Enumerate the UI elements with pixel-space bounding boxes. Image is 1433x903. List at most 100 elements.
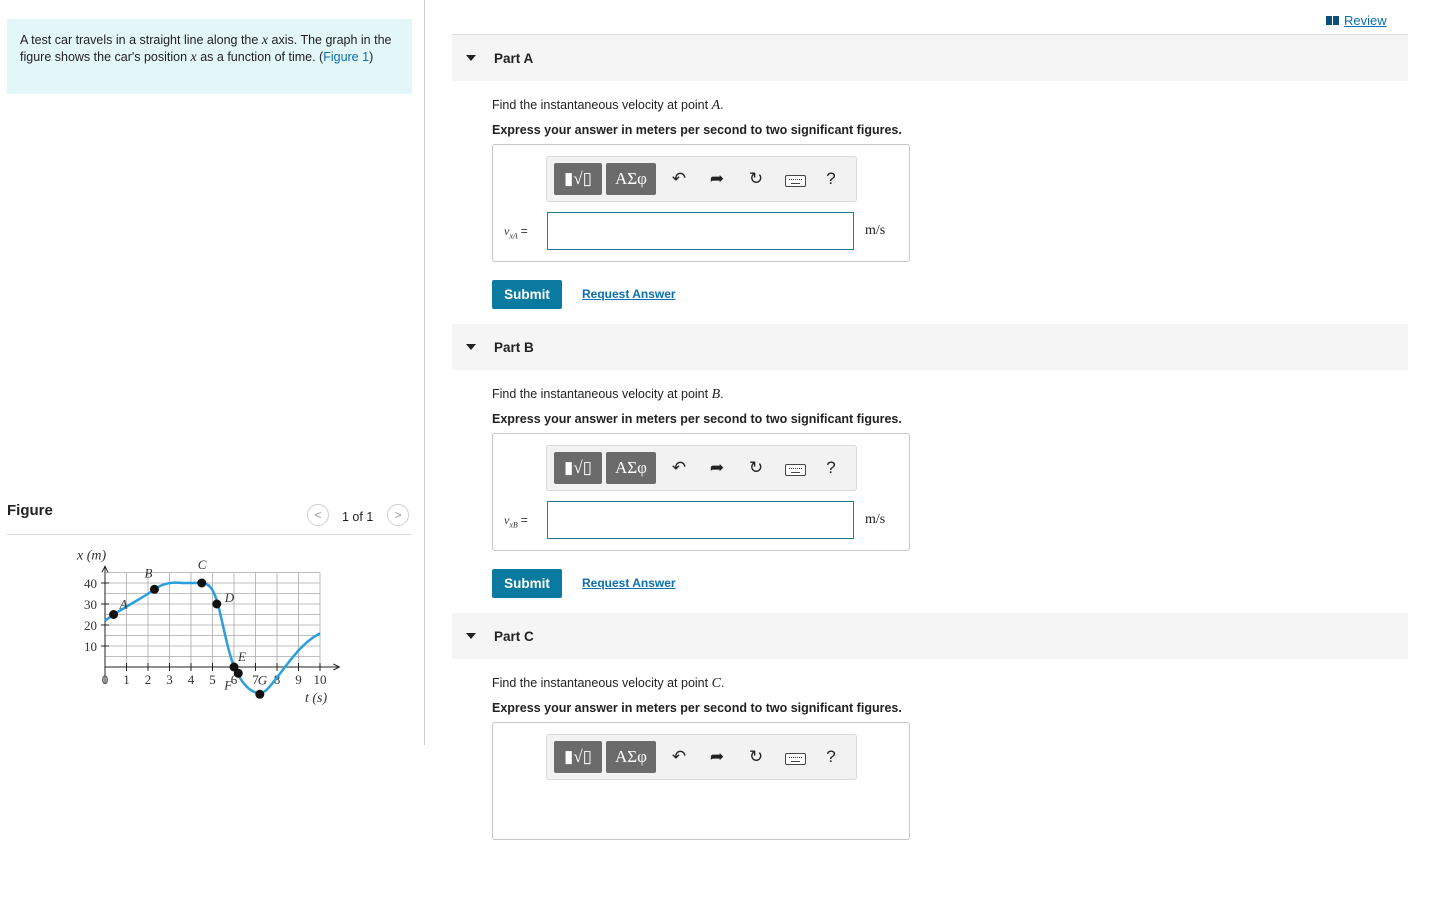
part-title: Part C [494,629,534,644]
answer-variable: vxA = [504,224,528,240]
question-text: Find the instantaneous velocity at point… [492,98,724,114]
answer-box: ▮√▯ ΑΣφ ↶ ➦ ↻ ? vxA = m/s [492,144,910,262]
reset-icon[interactable]: ↻ [744,456,768,480]
instruction-text: Express your answer in meters per second… [492,123,902,137]
intro-text: A test car travels in a straight line al… [20,33,262,47]
help-button[interactable]: ? [819,745,843,769]
keyboard-icon[interactable] [785,175,806,187]
variable-subscript: xA [509,231,518,241]
point-label: A [119,597,128,612]
submit-button[interactable]: Submit [492,569,562,598]
part-section: Part B Find the instantaneous velocity a… [452,324,1408,614]
equals-sign: = [520,513,528,527]
data-point [149,584,159,594]
variable-subscript: xB [509,520,518,530]
x-tick-label: 3 [166,672,173,687]
answer-box: ▮√▯ ΑΣφ ↶ ➦ ↻ ? [492,722,910,840]
problem-intro: A test car travels in a straight line al… [7,19,412,94]
x-tick-label: 10 [314,672,327,687]
data-point [212,599,222,609]
unit-label: m/s [865,223,886,238]
point-label: C [198,557,207,572]
x-tick-label: 0 [102,672,109,687]
right-panel: Review Part A Find the instantaneous vel… [426,0,1433,840]
keyboard-icon[interactable] [785,753,806,765]
y-tick-label: 30 [84,597,97,612]
unit-label: m/s [865,512,886,527]
submit-button[interactable]: Submit [492,280,562,309]
redo-icon[interactable]: ➦ [705,167,729,191]
y-axis-label: x (m) [76,549,106,564]
x-tick-label: 5 [209,672,216,687]
redo-icon[interactable]: ➦ [705,456,729,480]
math-toolbar: ▮√▯ ΑΣφ ↶ ➦ ↻ ? [546,445,857,491]
caret-down-icon[interactable] [466,633,476,639]
figure-counter: 1 of 1 [342,510,374,524]
point-label: F [223,677,233,692]
part-title: Part A [494,51,534,66]
data-point [109,610,119,619]
templates-button[interactable]: ▮√▯ [554,452,602,484]
position-time-graph: 0 1 2 3 4 5 6 7 8 9 10 40 30 20 10 x (m) t (s) A B C D E F G [60,545,360,728]
request-answer-link[interactable]: Request Answer [582,576,676,590]
book-icon [1326,16,1339,25]
y-tick-label: 40 [84,576,97,591]
part-section: Part A Find the instantaneous velocity a… [452,35,1408,325]
instruction-text: Express your answer in meters per second… [492,701,902,715]
chevron-right-icon[interactable]: > [387,504,409,526]
request-answer-link[interactable]: Request Answer [582,287,676,301]
reset-icon[interactable]: ↻ [744,745,768,769]
intro-text: ) [369,50,374,64]
undo-icon[interactable]: ↶ [667,456,691,480]
help-button[interactable]: ? [819,167,843,191]
question-suffix: . [720,98,724,112]
answer-box: ▮√▯ ΑΣφ ↶ ➦ ↻ ? vxB = m/s [492,433,910,551]
data-point [233,668,243,678]
point-label: B [711,387,721,402]
instruction-text: Express your answer in meters per second… [492,412,902,426]
answer-input[interactable] [547,501,854,539]
data-point [197,578,207,588]
review-label: Review [1344,13,1387,28]
point-label: G [258,672,268,687]
x-tick-label: 1 [123,672,130,687]
equals-sign: = [520,224,528,238]
review-link[interactable]: Review [1326,13,1387,28]
part-header[interactable]: Part B [452,324,1408,370]
symbols-button[interactable]: ΑΣφ [606,741,656,773]
caret-down-icon[interactable] [466,55,476,61]
question-prefix: Find the instantaneous velocity at point [492,387,712,401]
question-prefix: Find the instantaneous velocity at point [492,676,712,690]
answer-input[interactable] [547,212,854,250]
redo-icon[interactable]: ➦ [705,745,729,769]
point-label: E [237,649,246,664]
x-axis-label: t (s) [305,691,328,706]
figure-header: Figure < 1 of 1 > [7,500,411,535]
question-text: Find the instantaneous velocity at point… [492,387,724,403]
y-tick-label: 20 [84,618,97,633]
part-section: Part C Find the instantaneous velocity a… [452,613,1408,903]
help-button[interactable]: ? [819,456,843,480]
question-prefix: Find the instantaneous velocity at point [492,98,712,112]
math-toolbar: ▮√▯ ΑΣφ ↶ ➦ ↻ ? [546,156,857,202]
answer-variable: vxB = [504,513,528,529]
point-label: B [144,565,152,580]
keyboard-icon[interactable] [785,464,806,476]
point-label: D [224,590,235,605]
caret-down-icon[interactable] [466,344,476,350]
templates-button[interactable]: ▮√▯ [554,741,602,773]
intro-text: as a function of time. ( [196,50,324,64]
reset-icon[interactable]: ↻ [744,167,768,191]
chevron-left-icon[interactable]: < [307,504,329,526]
undo-icon[interactable]: ↶ [667,745,691,769]
symbols-button[interactable]: ΑΣφ [606,452,656,484]
part-header[interactable]: Part A [452,35,1408,81]
x-tick-label: 2 [145,672,152,687]
symbols-button[interactable]: ΑΣφ [606,163,656,195]
figure-link[interactable]: Figure 1 [323,50,369,64]
x-tick-label: 4 [188,672,195,687]
graph-svg: 0 1 2 3 4 5 6 7 8 9 1040302010x (m)t (s)ABCDEF G [76,549,341,706]
part-header[interactable]: Part C [452,613,1408,659]
undo-icon[interactable]: ↶ [667,167,691,191]
templates-button[interactable]: ▮√▯ [554,163,602,195]
